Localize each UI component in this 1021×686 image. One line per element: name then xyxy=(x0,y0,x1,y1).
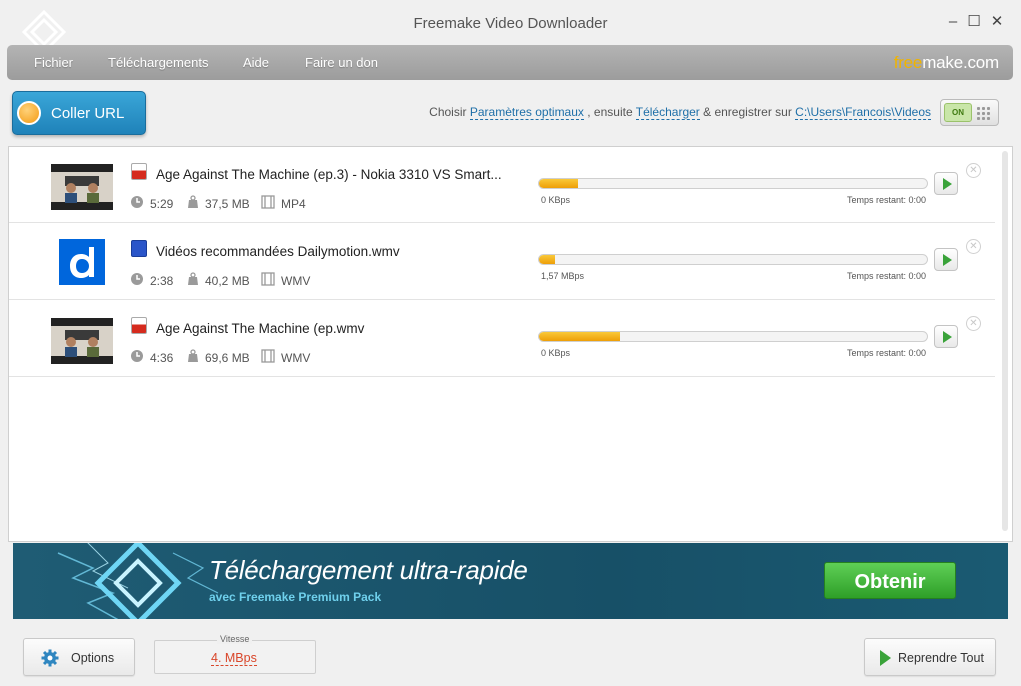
film-icon xyxy=(261,272,275,286)
menu-donate[interactable]: Faire un don xyxy=(305,55,378,70)
duration: 5:29 xyxy=(150,197,174,211)
progress-fill xyxy=(539,332,621,341)
progress-bar xyxy=(538,331,928,342)
paste-url-label: Coller URL xyxy=(51,105,125,122)
resume-all-label: Reprendre Tout xyxy=(898,651,984,665)
close-window-button[interactable]: ✕ xyxy=(987,12,1007,32)
download-speed: 0 KBps xyxy=(541,348,571,358)
menu-file[interactable]: Fichier xyxy=(34,55,73,70)
freemake-brand-link[interactable]: freemake.com xyxy=(893,53,1000,73)
minimize-button[interactable]: – xyxy=(943,12,963,32)
speed-limit-box: Vitesse 4. MBps xyxy=(154,634,316,674)
duration: 4:36 xyxy=(150,351,174,365)
youtube-icon xyxy=(131,317,147,334)
progress-fill xyxy=(539,255,555,264)
paste-url-button[interactable]: Coller URL xyxy=(12,91,146,135)
folder-link[interactable]: C:\Users\Francois\Videos xyxy=(795,105,931,120)
remove-download-button[interactable]: ✕ xyxy=(966,239,981,254)
time-remaining: Temps restant: 0:00 xyxy=(846,195,926,205)
gear-icon xyxy=(41,649,59,667)
download-row[interactable]: Vidéos recommandées Dailymotion.wmv 2:38… xyxy=(9,224,995,300)
clock-icon xyxy=(131,196,143,208)
window-title: Freemake Video Downloader xyxy=(413,15,608,32)
maximize-button[interactable]: ☐ xyxy=(964,12,984,32)
download-list: Age Against The Machine (ep.3) - Nokia 3… xyxy=(8,146,1013,542)
film-icon xyxy=(261,195,275,209)
progress-fill xyxy=(539,179,578,188)
obtain-label: Obtenir xyxy=(854,571,926,593)
menu-bar: Fichier Téléchargements Aide Faire un do… xyxy=(7,45,1013,80)
film-icon xyxy=(261,349,275,363)
video-thumbnail xyxy=(51,318,113,364)
menu-downloads[interactable]: Téléchargements xyxy=(108,55,208,70)
brand-part-make: make.com xyxy=(922,53,999,72)
time-remaining: Temps restant: 0:00 xyxy=(846,271,926,281)
speed-caption: Vitesse xyxy=(217,634,253,644)
weight-icon xyxy=(188,272,198,285)
remove-download-button[interactable]: ✕ xyxy=(966,316,981,331)
download-row[interactable]: Age Against The Machine (ep.wmv 4:36 69,… xyxy=(9,301,995,377)
settings-prefix: Choisir xyxy=(429,105,467,119)
download-title: Age Against The Machine (ep.wmv xyxy=(156,321,365,336)
file-format: WMV xyxy=(281,351,311,365)
banner-title: Téléchargement ultra-rapide xyxy=(209,555,528,585)
play-button[interactable] xyxy=(934,248,958,271)
weight-icon xyxy=(188,349,198,362)
play-icon xyxy=(880,650,891,666)
clock-icon xyxy=(131,273,143,285)
download-title: Vidéos recommandées Dailymotion.wmv xyxy=(156,244,400,259)
dailymotion-icon xyxy=(131,240,147,257)
resume-all-button[interactable]: Reprendre Tout xyxy=(864,638,996,676)
premium-banner[interactable]: Téléchargement ultra-rapide avec Freemak… xyxy=(13,543,1008,619)
globe-icon xyxy=(17,101,41,125)
obtain-button[interactable]: Obtenir xyxy=(824,562,956,599)
file-format: MP4 xyxy=(281,197,306,211)
file-size: 40,2 MB xyxy=(205,274,250,288)
grip-icon xyxy=(975,105,993,120)
remove-download-button[interactable]: ✕ xyxy=(966,163,981,178)
video-thumbnail xyxy=(51,164,113,210)
file-size: 69,6 MB xyxy=(205,351,250,365)
youtube-icon xyxy=(131,163,147,180)
play-button[interactable] xyxy=(934,325,958,348)
play-button[interactable] xyxy=(934,172,958,195)
download-speed: 0 KBps xyxy=(541,195,571,205)
time-remaining: Temps restant: 0:00 xyxy=(846,348,926,358)
options-button[interactable]: Options xyxy=(23,638,135,676)
preset-link[interactable]: Paramètres optimaux xyxy=(469,105,584,120)
file-format: WMV xyxy=(281,274,311,288)
action-link[interactable]: Télécharger xyxy=(635,105,700,120)
progress-bar xyxy=(538,178,928,189)
then-text: , ensuite xyxy=(587,105,633,119)
download-title: Age Against The Machine (ep.3) - Nokia 3… xyxy=(156,167,502,182)
lightning-logo-icon xyxy=(57,543,219,619)
one-click-toggle[interactable]: ON xyxy=(940,99,999,126)
download-row[interactable]: Age Against The Machine (ep.3) - Nokia 3… xyxy=(9,147,995,223)
banner-subtitle: avec Freemake Premium Pack xyxy=(209,590,382,604)
options-label: Options xyxy=(71,651,115,665)
dailymotion-thumbnail xyxy=(59,239,105,285)
file-size: 37,5 MB xyxy=(205,197,250,211)
brand-part-free: free xyxy=(893,53,923,72)
menu-help[interactable]: Aide xyxy=(243,55,269,70)
save-text: & enregistrer sur xyxy=(703,105,792,119)
title-bar: Freemake Video Downloader – ☐ ✕ xyxy=(0,0,1021,54)
speed-limit-link[interactable]: 4. MBps xyxy=(211,651,257,666)
clock-icon xyxy=(131,350,143,362)
list-scrollbar[interactable] xyxy=(1002,151,1008,531)
download-settings-line: Choisir Paramètres optimaux , ensuite Té… xyxy=(429,105,931,120)
duration: 2:38 xyxy=(150,274,174,288)
toggle-on-label: ON xyxy=(944,103,972,122)
progress-bar xyxy=(538,254,928,265)
download-speed: 1,57 MBps xyxy=(541,271,585,281)
weight-icon xyxy=(188,195,198,208)
